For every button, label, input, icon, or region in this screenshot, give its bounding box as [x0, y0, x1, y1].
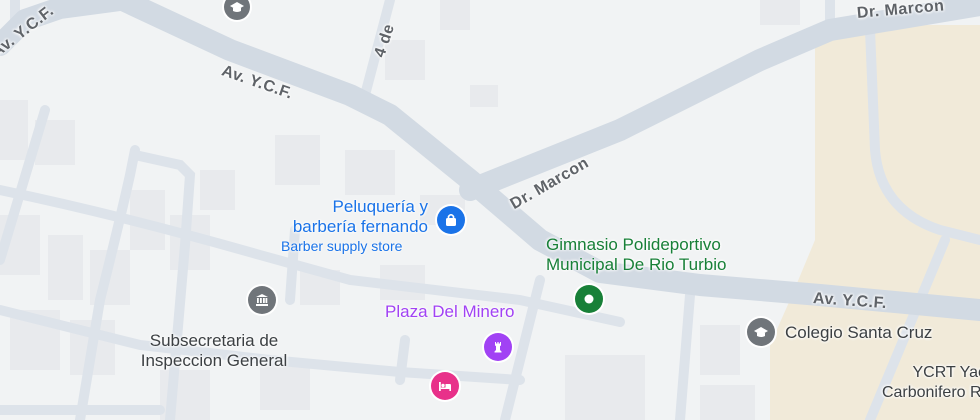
poi-peluqueria-pin[interactable] — [437, 206, 465, 234]
poi-colegio-name[interactable]: Colegio Santa Cruz — [785, 323, 932, 343]
poi-peluqueria-line1: Peluquería y — [332, 197, 428, 216]
school-icon — [230, 2, 244, 12]
school-icon — [754, 327, 768, 337]
poi-subsecretaria-line1: Subsecretaria de — [149, 331, 279, 350]
poi-gimnasio-pin[interactable] — [575, 285, 603, 313]
map-view[interactable]: Av. Y.C.F. Av. Y.C.F. Av. Y.C.F. Dr. Mar… — [0, 0, 980, 420]
government-building-icon — [256, 294, 268, 306]
poi-plaza-pin[interactable] — [484, 333, 512, 361]
monument-icon — [494, 342, 502, 353]
hotel-icon — [439, 382, 451, 391]
poi-gimnasio-name[interactable]: Gimnasio Polideportivo Municipal De Rio … — [546, 235, 726, 275]
poi-subsecretaria-line2: Inspeccion General — [140, 351, 288, 370]
poi-gimnasio-line1: Gimnasio Polideportivo — [546, 235, 721, 254]
poi-hotel-pin[interactable] — [431, 372, 459, 400]
poi-ycrt-line1: YCRT Yac — [912, 364, 980, 381]
place-icon — [584, 294, 594, 304]
poi-ycrt-name[interactable]: YCRT Yac Carbonifero Rí — [866, 363, 980, 403]
poi-colegio-pin[interactable] — [747, 318, 775, 346]
poi-plaza-name[interactable]: Plaza Del Minero — [385, 302, 514, 322]
poi-subsecretaria-name[interactable]: Subsecretaria de Inspeccion General — [122, 331, 306, 371]
poi-peluqueria-category: Barber supply store — [281, 238, 403, 254]
shopping-bag-icon — [446, 213, 456, 226]
poi-peluqueria-line2: barbería fernando — [292, 217, 428, 236]
poi-gimnasio-line2: Municipal De Rio Turbio — [546, 255, 727, 274]
poi-ycrt-line2: Carbonifero Rí — [881, 384, 980, 401]
poi-subsecretaria-pin[interactable] — [248, 286, 276, 314]
poi-peluqueria-name[interactable]: Peluquería y barbería fernando — [258, 197, 428, 237]
